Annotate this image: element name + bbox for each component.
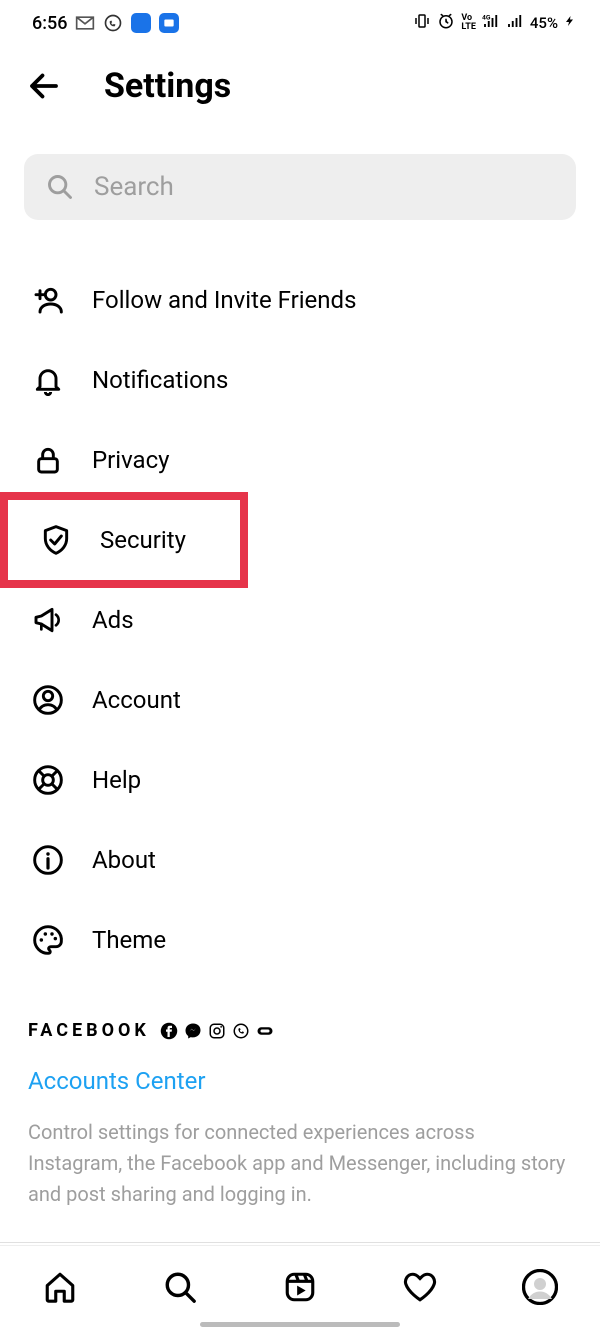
nav-reels[interactable] bbox=[278, 1265, 322, 1309]
shield-icon bbox=[38, 522, 74, 558]
invite-icon bbox=[30, 282, 66, 318]
accounts-center-link[interactable]: Accounts Center bbox=[0, 1049, 600, 1105]
settings-item-about[interactable]: About bbox=[0, 820, 600, 900]
nav-search[interactable] bbox=[158, 1265, 202, 1309]
reels-icon bbox=[283, 1270, 317, 1304]
app-icon-2 bbox=[159, 13, 179, 33]
settings-item-security[interactable]: Security bbox=[0, 492, 248, 588]
vibrate-icon bbox=[413, 12, 431, 34]
nav-home[interactable] bbox=[38, 1265, 82, 1309]
back-button[interactable] bbox=[24, 66, 64, 106]
alarm-icon bbox=[437, 12, 455, 34]
palette-icon bbox=[30, 922, 66, 958]
signal-4g-icon: 4G bbox=[482, 12, 500, 34]
accounts-center-description: Control settings for connected experienc… bbox=[0, 1105, 600, 1234]
heart-icon bbox=[403, 1270, 437, 1304]
settings-item-label: Privacy bbox=[92, 446, 170, 474]
lock-icon bbox=[30, 442, 66, 478]
page-header: Settings bbox=[0, 42, 600, 130]
settings-item-privacy[interactable]: Privacy bbox=[0, 420, 600, 500]
whatsapp-small-icon bbox=[232, 1022, 250, 1040]
search-placeholder: Search bbox=[94, 172, 174, 202]
settings-item-label: Theme bbox=[92, 926, 166, 954]
account-icon bbox=[30, 682, 66, 718]
home-indicator bbox=[200, 1322, 400, 1327]
settings-item-label: Help bbox=[92, 766, 141, 794]
settings-item-account[interactable]: Account bbox=[0, 660, 600, 740]
facebook-section-header: FACEBOOK bbox=[0, 980, 600, 1049]
volte-icon: VoLTE bbox=[461, 14, 476, 32]
facebook-heading: FACEBOOK bbox=[28, 1020, 150, 1041]
megaphone-icon bbox=[30, 602, 66, 638]
settings-item-label: Notifications bbox=[92, 366, 228, 394]
nav-profile[interactable] bbox=[518, 1265, 562, 1309]
app-icon-1 bbox=[131, 13, 151, 33]
battery-text: 45% bbox=[530, 14, 558, 32]
status-bar: 6:56 VoLTE 4G 45% bbox=[0, 0, 600, 42]
home-icon bbox=[43, 1270, 77, 1304]
search-icon bbox=[163, 1270, 197, 1304]
divider bbox=[0, 1242, 600, 1243]
arrow-left-icon bbox=[26, 68, 62, 104]
status-time: 6:56 bbox=[32, 13, 67, 34]
charging-icon bbox=[564, 13, 576, 33]
oculus-icon bbox=[256, 1022, 274, 1040]
settings-item-label: Follow and Invite Friends bbox=[92, 286, 356, 314]
bell-icon bbox=[30, 362, 66, 398]
settings-item-follow-invite[interactable]: Follow and Invite Friends bbox=[0, 260, 600, 340]
settings-item-label: About bbox=[92, 846, 156, 874]
settings-item-theme[interactable]: Theme bbox=[0, 900, 600, 980]
settings-item-notifications[interactable]: Notifications bbox=[0, 340, 600, 420]
settings-item-label: Ads bbox=[92, 606, 134, 634]
help-icon bbox=[30, 762, 66, 798]
bottom-nav bbox=[0, 1245, 600, 1333]
profile-icon bbox=[522, 1269, 558, 1305]
facebook-icon bbox=[160, 1022, 178, 1040]
info-icon bbox=[30, 842, 66, 878]
instagram-icon bbox=[208, 1022, 226, 1040]
settings-item-ads[interactable]: Ads bbox=[0, 580, 600, 660]
whatsapp-icon bbox=[103, 13, 123, 33]
search-input[interactable]: Search bbox=[24, 154, 576, 220]
search-icon bbox=[46, 173, 74, 201]
settings-item-help[interactable]: Help bbox=[0, 740, 600, 820]
svg-text:4G: 4G bbox=[482, 14, 491, 22]
page-title: Settings bbox=[104, 66, 231, 106]
settings-item-label: Account bbox=[92, 686, 181, 714]
signal-icon bbox=[506, 12, 524, 34]
nav-activity[interactable] bbox=[398, 1265, 442, 1309]
gmail-icon bbox=[75, 13, 95, 33]
messenger-icon bbox=[184, 1022, 202, 1040]
settings-menu: Follow and Invite Friends Notifications … bbox=[0, 240, 600, 980]
settings-item-label: Security bbox=[100, 526, 186, 554]
